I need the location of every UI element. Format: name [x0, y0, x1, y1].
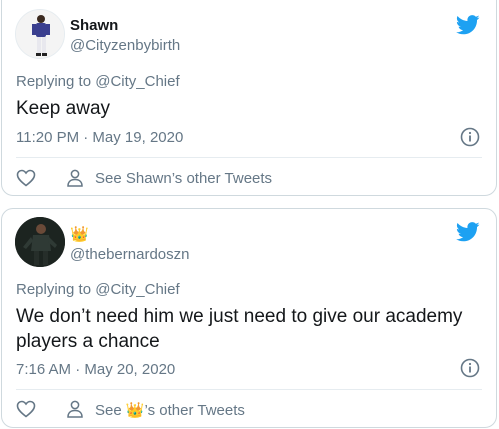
see-other-tweets-link[interactable]: See Shawn’s other Tweets — [95, 170, 272, 187]
avatar-player-image — [16, 10, 64, 58]
timestamp[interactable]: 7:16 AM · May 20, 2020 — [16, 361, 175, 378]
mention-link[interactable]: @City_Chief — [95, 73, 179, 90]
timestamp[interactable]: 11:20 PM · May 19, 2020 — [16, 129, 183, 146]
display-name[interactable]: 👑 — [70, 225, 89, 243]
tweet-text: We don’t need him we just need to give o… — [16, 306, 463, 352]
info-icon[interactable] — [460, 127, 480, 147]
see-other-tweets-link[interactable]: See 👑’s other Tweets — [95, 401, 245, 419]
avatar[interactable] — [15, 9, 65, 59]
user-handle[interactable]: @Cityzenbybirth — [70, 37, 180, 54]
replying-prefix: Replying to — [16, 73, 96, 90]
replying-prefix: Replying to — [16, 281, 96, 298]
display-name[interactable]: Shawn — [70, 17, 118, 34]
see-other-prefix: See — [95, 402, 126, 419]
replying-to: Replying to @City_Chief — [16, 281, 180, 298]
crown-name: 👑 — [125, 402, 145, 419]
heart-icon[interactable] — [16, 169, 36, 187]
person-icon — [67, 400, 83, 418]
user-handle[interactable]: @thebernardoszn — [70, 246, 189, 263]
divider — [16, 389, 482, 390]
tweet-card[interactable]: 👑 @thebernardoszn Replying to @City_Chie… — [1, 208, 497, 428]
twitter-bird-icon[interactable] — [456, 222, 480, 242]
tweet-text: Keep away — [16, 98, 111, 119]
avatar-player-image — [15, 217, 65, 267]
see-other-suffix: ’s other Tweets — [144, 402, 245, 419]
tweet-card[interactable]: Shawn @Cityzenbybirth Replying to @City_… — [1, 0, 497, 196]
person-icon — [67, 169, 83, 187]
mention-link[interactable]: @City_Chief — [95, 281, 179, 298]
divider — [16, 157, 482, 158]
twitter-bird-icon[interactable] — [456, 15, 480, 35]
replying-to: Replying to @City_Chief — [16, 73, 180, 90]
heart-icon[interactable] — [16, 400, 36, 418]
avatar[interactable] — [15, 217, 65, 267]
info-icon[interactable] — [460, 358, 480, 378]
